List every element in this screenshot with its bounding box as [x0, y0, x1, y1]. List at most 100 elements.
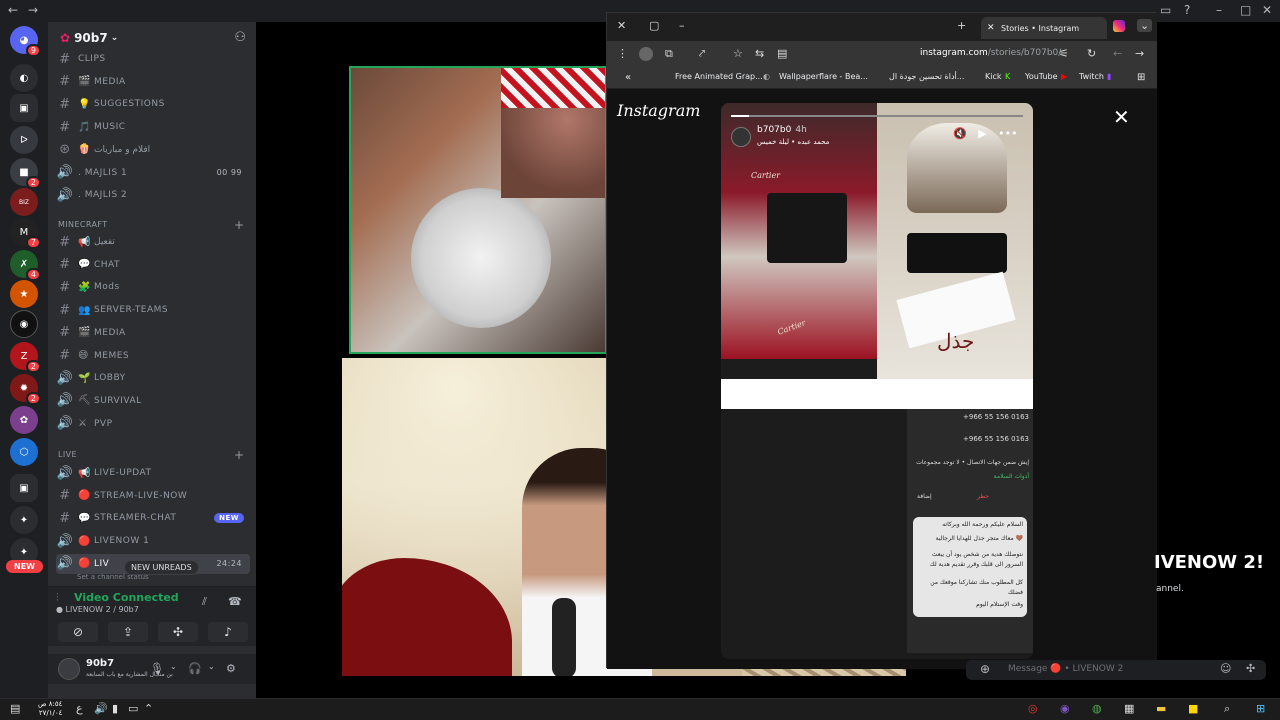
voice-channel-name[interactable]: ● LIVENOW 2 / 90b7	[56, 605, 139, 614]
close-icon[interactable]: ✕	[617, 19, 626, 32]
folder-icon-1[interactable]: ▣	[10, 94, 38, 122]
close-icon[interactable]: ✕	[1262, 3, 1272, 17]
forward-icon[interactable]: →	[1135, 47, 1144, 60]
add-channel-icon[interactable]: +	[234, 448, 244, 462]
headphones-icon[interactable]: 🎧	[188, 662, 202, 675]
server-icon-1[interactable]: ◐	[10, 64, 38, 92]
share-icon[interactable]: ⤤	[699, 47, 705, 61]
profile-icon[interactable]	[639, 47, 653, 61]
channel-item[interactable]: # 📢 تفعيل	[56, 232, 250, 252]
battery-icon[interactable]: ▮	[112, 702, 118, 715]
new-tab-icon[interactable]: +	[957, 19, 966, 32]
category-minecraft[interactable]: MINECRAFT +	[58, 218, 244, 232]
server-icon-8[interactable]: Z2	[10, 342, 41, 373]
app-icon-1[interactable]: ◎	[1028, 702, 1038, 715]
browser-tab-instagram[interactable]: ✕ Stories • Instagram	[981, 17, 1107, 39]
close-story-icon[interactable]: ✕	[1113, 105, 1130, 129]
chevron-up-icon[interactable]: ⌃	[144, 702, 153, 715]
all-bookmarks-icon[interactable]: ⊞	[1137, 72, 1145, 83]
server-icon-6[interactable]: ★	[10, 280, 38, 308]
channel-item[interactable]: # 💬 CHAT	[56, 255, 250, 275]
webcam-feed-top[interactable]	[349, 66, 607, 354]
story-viewer[interactable]: Cartier Cartier جذل b707b0 4h محمد عبده •…	[721, 103, 1033, 659]
cast-icon[interactable]: ▤	[777, 47, 787, 60]
address-bar[interactable]: instagram.com/stories/b707b0/	[920, 48, 1061, 58]
calculator-icon[interactable]: ▦	[1124, 702, 1134, 715]
server-icon-2[interactable]: ᐅ	[10, 126, 38, 154]
folder-icon-2[interactable]: ▣	[10, 474, 38, 502]
chevron-down-icon[interactable]: ⌄	[170, 662, 177, 671]
server-icon-11[interactable]: ⬡	[10, 438, 38, 466]
server-icon-5[interactable]: ✗ 4	[10, 250, 41, 281]
app-icon-2[interactable]: ◉	[1060, 702, 1070, 715]
inbox-icon[interactable]: ▭	[1160, 3, 1171, 17]
reload-icon[interactable]: ↻	[1087, 47, 1096, 60]
channel-item[interactable]: # 💬 STREAMER-CHAT NEW	[56, 508, 250, 528]
bookmark-item[interactable]: Free Animated Grap...	[675, 72, 763, 81]
new-unreads-pill[interactable]: NEW UNREADS	[124, 560, 199, 575]
channel-item[interactable]: 🔊 🌱 LOBBY	[56, 368, 250, 388]
help-icon[interactable]: ?	[1184, 3, 1190, 17]
bookmark-item[interactable]: YouTube	[1025, 72, 1058, 81]
server-icon-business[interactable]: BIZ	[10, 188, 38, 216]
channel-item[interactable]: # 🎬 MEDIA	[56, 72, 250, 92]
channel-item[interactable]: 🔊 ⚔ PVP	[56, 414, 250, 434]
channel-item[interactable]: 🔊 🔴 LIVENOW 1	[56, 531, 250, 551]
soundboard-icon[interactable]: ♪	[208, 622, 248, 642]
minimize-icon[interactable]: –	[679, 19, 685, 32]
network-icon[interactable]: ▭	[128, 702, 138, 715]
sticky-notes-icon[interactable]: ■	[1188, 702, 1198, 715]
more-options-icon[interactable]: •••	[998, 127, 1017, 140]
bookmark-item[interactable]: أداة تحسين جودة ال...	[889, 72, 964, 81]
chevron-left-icon[interactable]: «	[625, 72, 631, 83]
server-icon-9[interactable]: ✹ 2	[10, 374, 41, 405]
channel-item[interactable]: ⊛ 🍿 افلام و مباريات	[56, 140, 250, 160]
message-input[interactable]: ⊕ Message 🔴 • LIVENOW 2 ☺ ✣	[966, 660, 1266, 680]
signal-icon[interactable]: ⫶	[56, 591, 59, 605]
server-icon-12[interactable]: ✦	[10, 506, 38, 534]
maximize-icon[interactable]: ▢	[649, 19, 659, 32]
camera-off-icon[interactable]: ⊘	[58, 622, 98, 642]
story-song[interactable]: محمد عبده • ليلة خميس	[757, 138, 829, 146]
site-settings-icon[interactable]: ⚟	[1059, 47, 1069, 60]
server-icon-10[interactable]: ✿	[10, 406, 38, 434]
volume-icon[interactable]: 🔊	[94, 702, 108, 715]
channel-item[interactable]: # 🎵 MUSIC	[56, 117, 250, 137]
bookmark-star-icon[interactable]: ☆	[733, 47, 743, 60]
forward-icon[interactable]: →	[28, 3, 38, 17]
windows-start-icon[interactable]: ⊞	[1256, 702, 1265, 715]
user-name[interactable]: 90b7	[86, 658, 114, 669]
apps-icon[interactable]: ✣	[1246, 662, 1255, 675]
disconnect-icon[interactable]: ☎	[228, 595, 242, 608]
channel-item[interactable]: 🔊 . MAJLIS 2	[56, 185, 250, 205]
add-channel-icon[interactable]: +	[234, 218, 244, 232]
extensions-icon[interactable]: ⧉	[665, 47, 673, 61]
channel-item[interactable]: # 👥 SERVER-TEAMS	[56, 300, 250, 320]
instagram-logo[interactable]: Instagram	[617, 101, 700, 120]
avatar[interactable]	[58, 658, 80, 680]
bookmark-item[interactable]: Twitch	[1079, 72, 1104, 81]
back-icon[interactable]: ←	[1113, 47, 1122, 60]
language-icon[interactable]: ع	[76, 702, 83, 715]
taskbar-clock[interactable]: ٨:٥٤ ص ٢٧/١/٠٤	[38, 700, 62, 718]
chrome-icon[interactable]: ◍	[1092, 702, 1102, 715]
search-icon[interactable]: ⌕	[1224, 702, 1230, 716]
play-icon[interactable]: ▶	[978, 127, 986, 140]
instagram-favicon-icon[interactable]	[1113, 20, 1125, 32]
notification-icon[interactable]: ▤	[10, 702, 20, 715]
add-member-icon[interactable]: ⚇	[234, 30, 246, 45]
story-username[interactable]: b707b0 4h	[757, 125, 807, 135]
noise-suppression-icon[interactable]: ⫽	[202, 595, 207, 609]
channel-item[interactable]: # CLIPS	[56, 49, 250, 69]
server-icon-4[interactable]: M7	[10, 218, 41, 249]
channel-item[interactable]: # 😄 MEMES	[56, 346, 250, 366]
screen-share-icon[interactable]: ⇪	[108, 622, 148, 642]
channel-item[interactable]: 🔊 . MAJLIS 1 00 99	[56, 163, 250, 183]
chevron-down-icon[interactable]: ⌄	[1137, 19, 1153, 32]
channel-item[interactable]: # 🧩 Mods	[56, 277, 250, 297]
channel-item[interactable]: # 💡 SUGGESTIONS	[56, 94, 250, 114]
activities-icon[interactable]: ✣	[158, 622, 198, 642]
tab-close-icon[interactable]: ✕	[987, 23, 995, 33]
avatar[interactable]	[731, 127, 751, 147]
file-explorer-icon[interactable]: ▬	[1156, 702, 1166, 715]
